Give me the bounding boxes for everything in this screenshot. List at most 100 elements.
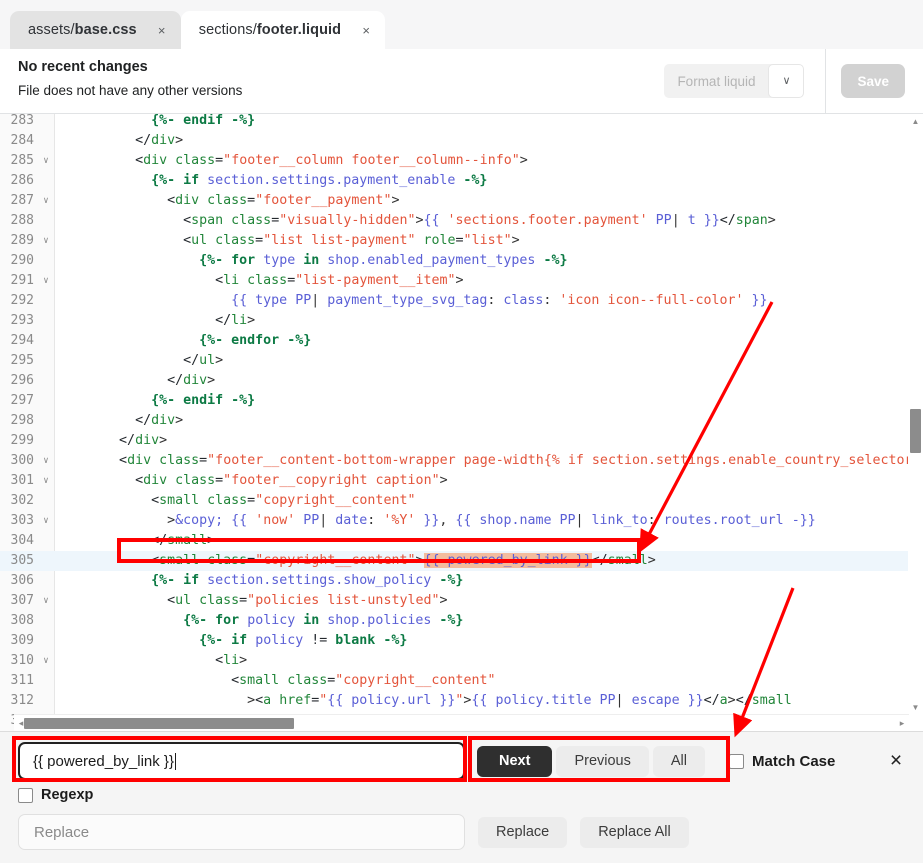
find-row: {{ powered_by_link }} Next Previous All … (0, 741, 923, 781)
code-editor[interactable]: 283 {%- endif -%} 284 </div> 285 ∨ <div cla… (0, 114, 923, 731)
regexp-checkbox[interactable] (18, 788, 33, 803)
horizontal-scrollbar-thumb[interactable] (24, 718, 294, 729)
replace-placeholder: Replace (34, 824, 89, 841)
code-line-text: </small> (55, 531, 215, 551)
replace-button[interactable]: Replace (478, 817, 567, 848)
search-input[interactable]: {{ powered_by_link }} (18, 742, 465, 780)
code-line-text: </ul> (55, 351, 223, 371)
text-caret (175, 753, 176, 770)
tab-label: assets/base.css (28, 22, 137, 38)
find-replace-panel: {{ powered_by_link }} Next Previous All … (0, 731, 923, 863)
code-line[interactable]: 298 </div> (0, 411, 923, 431)
code-line[interactable]: 290 {%- for type in shop.enabled_payment… (0, 251, 923, 271)
match-case-label: Match Case (752, 753, 835, 770)
code-line[interactable]: 285 ∨ <div class="footer__column footer__… (0, 151, 923, 171)
scroll-up-arrow-icon[interactable]: ▲ (908, 114, 923, 128)
fold-chevron-icon[interactable]: ∨ (40, 591, 52, 611)
replace-all-button[interactable]: Replace All (580, 817, 689, 848)
editor-vertical-scrollbar[interactable]: ▲ ▼ (908, 114, 923, 714)
previous-button[interactable]: Previous (556, 746, 648, 777)
code-line-text: {%- endfor -%} (55, 331, 311, 351)
line-number: 283 (0, 114, 55, 131)
regexp-toggle[interactable]: Regexp (18, 787, 93, 803)
code-line[interactable]: 300 ∨ <div class="footer__content-bottom-… (0, 451, 923, 471)
code-line[interactable]: 283 {%- endif -%} (0, 114, 923, 131)
code-line[interactable]: 309 {%- if policy != blank -%} (0, 631, 923, 651)
code-line[interactable]: 310 ∨ <li> (0, 651, 923, 671)
fold-chevron-icon[interactable]: ∨ (40, 191, 52, 211)
code-line[interactable]: 299 </div> (0, 431, 923, 451)
line-number: 284 (0, 131, 55, 151)
line-number: 297 (0, 391, 55, 411)
fold-chevron-icon[interactable]: ∨ (40, 151, 52, 171)
line-number: 309 (0, 631, 55, 651)
code-line[interactable]: 302 <small class="copyright__content" (0, 491, 923, 511)
code-line-text: </div> (55, 411, 183, 431)
line-number: 290 (0, 251, 55, 271)
code-line[interactable]: 289 ∨ <ul class="list list-payment" role=… (0, 231, 923, 251)
page-title: No recent changes (18, 57, 242, 77)
editor-horizontal-scrollbar[interactable]: ◂ ▸ (14, 714, 909, 731)
code-line-text: </li> (55, 311, 255, 331)
code-line[interactable]: 291 ∨ <li class="list-payment__item"> (0, 271, 923, 291)
fold-chevron-icon[interactable]: ∨ (40, 231, 52, 251)
tab-bar: assets/base.css × sections/footer.liquid… (0, 0, 923, 49)
code-line[interactable]: 306 {%- if section.settings.show_policy … (0, 571, 923, 591)
fold-chevron-icon[interactable]: ∨ (40, 271, 52, 291)
next-button[interactable]: Next (477, 746, 552, 777)
line-number: 298 (0, 411, 55, 431)
code-line-text: <small class="copyright__content" (55, 671, 496, 691)
code-line[interactable]: 305 <small class="copyright__content">{{… (0, 551, 923, 571)
match-case-checkbox[interactable] (729, 754, 744, 769)
format-liquid-group[interactable]: Format liquid ∨ (664, 64, 804, 98)
code-line[interactable]: 301 ∨ <div class="footer__copyright capti… (0, 471, 923, 491)
save-button[interactable]: Save (841, 64, 905, 98)
tab-label: sections/footer.liquid (199, 22, 341, 38)
code-line-text: {%- if section.settings.show_policy -%} (55, 571, 463, 591)
code-line[interactable]: 311 <small class="copyright__content" (0, 671, 923, 691)
code-line[interactable]: 312 ><a href="{{ policy.url }}">{{ polic… (0, 691, 923, 711)
fold-chevron-icon[interactable]: ∨ (40, 511, 52, 531)
code-line-text: <small class="copyright__content">{{ pow… (55, 551, 656, 571)
scroll-right-arrow-icon[interactable]: ▸ (895, 715, 909, 731)
code-line[interactable]: 296 </div> (0, 371, 923, 391)
tab-assets-base-css[interactable]: assets/base.css × (10, 11, 181, 49)
line-number: 295 (0, 351, 55, 371)
line-number: 286 (0, 171, 55, 191)
replace-input[interactable]: Replace (18, 814, 465, 850)
code-line[interactable]: 287 ∨ <div class="footer__payment"> (0, 191, 923, 211)
code-line[interactable]: 293 </li> (0, 311, 923, 331)
close-icon[interactable]: × (357, 21, 375, 39)
close-icon[interactable]: × (153, 21, 171, 39)
fold-chevron-icon[interactable]: ∨ (40, 451, 52, 471)
format-liquid-button[interactable]: Format liquid (664, 64, 768, 98)
code-line[interactable]: 304 </small> (0, 531, 923, 551)
code-line[interactable]: 307 ∨ <ul class="policies list-unstyled"> (0, 591, 923, 611)
search-input-value: {{ powered_by_link }} (33, 753, 174, 770)
code-line[interactable]: 297 {%- endif -%} (0, 391, 923, 411)
code-line-text: <li class="list-payment__item"> (55, 271, 464, 291)
tab-sections-footer-liquid[interactable]: sections/footer.liquid × (181, 11, 385, 49)
code-line[interactable]: 295 </ul> (0, 351, 923, 371)
fold-chevron-icon[interactable]: ∨ (40, 651, 52, 671)
code-line[interactable]: 303 ∨ >&copy; {{ 'now' PP| date: '%Y' }… (0, 511, 923, 531)
code-line[interactable]: 308 {%- for policy in shop.policies -%} (0, 611, 923, 631)
find-nav-buttons: Next Previous All (477, 746, 709, 777)
close-find-panel-icon[interactable]: × (883, 748, 909, 774)
line-number: 294 (0, 331, 55, 351)
match-case-toggle[interactable]: Match Case (729, 753, 835, 770)
all-button[interactable]: All (653, 746, 705, 777)
regexp-label: Regexp (41, 787, 93, 803)
fold-chevron-icon[interactable]: ∨ (40, 471, 52, 491)
code-line-text: ><a href="{{ policy.url }}">{{ policy.ti… (55, 691, 792, 711)
version-info: No recent changes File does not have any… (18, 57, 242, 101)
code-line[interactable]: 286 {%- if section.settings.payment_enab… (0, 171, 923, 191)
format-dropdown-button[interactable]: ∨ (768, 64, 804, 98)
scroll-down-arrow-icon[interactable]: ▼ (908, 700, 923, 714)
code-line-text: <div class="footer__content-bottom-wrapp… (55, 451, 923, 471)
code-line[interactable]: 284 </div> (0, 131, 923, 151)
code-line[interactable]: 292 {{ type PP| payment_type_svg_tag: … (0, 291, 923, 311)
code-line[interactable]: 294 {%- endfor -%} (0, 331, 923, 351)
vertical-scrollbar-thumb[interactable] (910, 409, 921, 453)
code-line[interactable]: 288 <span class="visually-hidden">{{ 'se… (0, 211, 923, 231)
